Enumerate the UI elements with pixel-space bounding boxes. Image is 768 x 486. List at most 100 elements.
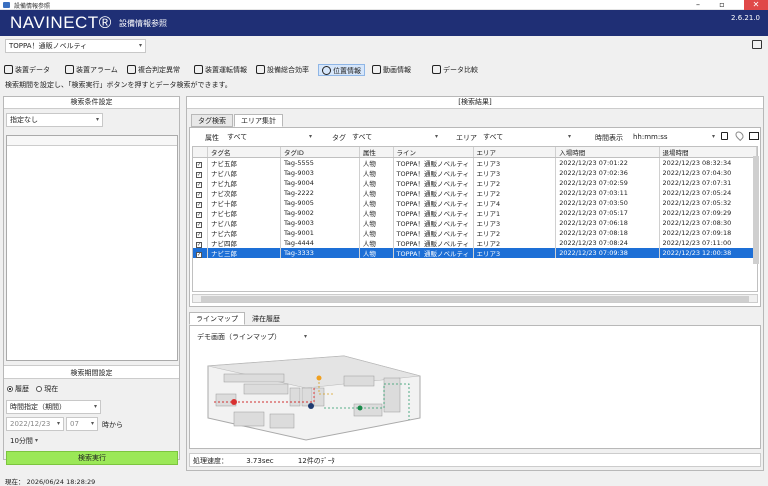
- checkbox-checked-icon[interactable]: ✓: [196, 201, 202, 208]
- table-row[interactable]: ✓ ナビ四郎 Tag-4444 人物 TOPPA！通販ノベルティ エリア2 2022/12/…: [193, 238, 757, 248]
- tag-select[interactable]: すべて ▾: [348, 130, 442, 144]
- row-checkbox[interactable]: ✓: [193, 208, 208, 218]
- navy-tag-marker[interactable]: [308, 403, 314, 409]
- table-row[interactable]: ✓ ナビ次郎 Tag-2222 人物 TOPPA！通販ノベルティ エリア2 2022/12/…: [193, 188, 757, 198]
- row-checkbox[interactable]: ✓: [193, 188, 208, 198]
- checkbox-checked-icon[interactable]: ✓: [196, 221, 202, 228]
- organization-select[interactable]: TOPPA！通販ノベルティ ▾: [5, 39, 146, 53]
- window-titlebar: 設備情報参照 – ▫ ✕: [0, 0, 768, 10]
- checkbox-checked-icon[interactable]: ✓: [196, 171, 202, 178]
- robot-arm-icon: [4, 65, 13, 74]
- column-header-tag-name[interactable]: タグ名: [207, 147, 281, 158]
- radio-now[interactable]: 現在: [36, 385, 58, 393]
- row-checkbox[interactable]: ✓: [193, 168, 208, 178]
- condition-list[interactable]: [6, 135, 178, 361]
- row-checkbox[interactable]: ✓: [193, 218, 208, 228]
- toolbar-oee[interactable]: 設備総合効率: [256, 64, 309, 76]
- radio-history-label: 履歴: [15, 385, 29, 393]
- table-cell: TOPPA！通販ノベルティ: [393, 238, 474, 248]
- table-row[interactable]: ✓ ナビ九郎 Tag-9004 人物 TOPPA！通販ノベルティ エリア2 2022/12/…: [193, 178, 757, 188]
- filter-list-icon[interactable]: [721, 132, 728, 140]
- column-header-exit-time[interactable]: 退場時間: [659, 147, 757, 158]
- table-vertical-scrollbar[interactable]: [753, 156, 759, 264]
- attr-select[interactable]: すべて ▾: [223, 130, 316, 144]
- result-area: 属性 すべて ▾ タグ すべて ▾ エリア すべて ▾ 時間表示 hh:mm:ss ▾ …: [189, 127, 761, 307]
- radio-history[interactable]: 履歴: [7, 385, 29, 393]
- table-cell: エリア2: [473, 178, 557, 188]
- tab-line-map[interactable]: ラインマップ: [189, 312, 245, 325]
- row-checkbox[interactable]: ✓: [193, 228, 208, 238]
- orange-tag-marker[interactable]: [316, 375, 322, 381]
- table-cell: 2022/12/23 08:32:34: [659, 157, 757, 168]
- row-checkbox[interactable]: ✓: [193, 178, 208, 188]
- toolbar-operation-info[interactable]: 装置運転情報: [194, 64, 247, 76]
- hour-select[interactable]: 07 ▾: [66, 417, 98, 431]
- time-format-select[interactable]: hh:mm:ss ▾: [629, 130, 719, 144]
- toolbar-label: 装置運転情報: [205, 66, 247, 74]
- table-cell: ナビ四郎: [207, 238, 281, 248]
- location-pin-icon[interactable]: [733, 129, 746, 142]
- checkbox-checked-icon[interactable]: ✓: [196, 251, 202, 258]
- table-horizontal-scrollbar[interactable]: [192, 294, 758, 303]
- red-tag-marker[interactable]: [231, 399, 237, 405]
- toolbar-location-info[interactable]: 位置情報: [318, 64, 365, 76]
- column-header-line[interactable]: ライン: [393, 147, 474, 158]
- tab-tag-search[interactable]: タグ検索: [191, 114, 233, 127]
- version-label: 2.6.21.0: [731, 14, 760, 22]
- row-checkbox[interactable]: ✓: [193, 157, 208, 168]
- toolbar-video-info[interactable]: 動画情報: [372, 64, 411, 76]
- table-row[interactable]: ✓ ナビ三郎 Tag-3333 人物 TOPPA！通販ノベルティ エリア3 2022/12/…: [193, 248, 757, 258]
- toolbar-composite-anomaly[interactable]: 複合判定異常: [127, 64, 180, 76]
- checkbox-checked-icon[interactable]: ✓: [196, 241, 202, 248]
- table-row[interactable]: ✓ ナビ八郎 Tag-9003 人物 TOPPA！通販ノベルティ エリア3 2022/12/…: [193, 168, 757, 178]
- condition-select[interactable]: 指定なし ▾: [6, 113, 103, 127]
- close-button[interactable]: ✕: [744, 0, 768, 10]
- duration-select[interactable]: 10分間 ▾: [6, 434, 42, 448]
- factory-floor-map[interactable]: [194, 348, 430, 446]
- radio-off-icon: [36, 386, 43, 392]
- column-header-entry-time[interactable]: 入場時間: [555, 147, 660, 158]
- maximize-button[interactable]: ▫: [712, 0, 732, 10]
- search-result-title: [検索結果]: [187, 97, 763, 109]
- map-select[interactable]: デモ画面（ラインマップ） ▾: [193, 330, 311, 344]
- checkbox-checked-icon[interactable]: ✓: [196, 211, 202, 218]
- app-header: NAVINECT® 設備情報参照 2.6.21.0: [0, 10, 768, 36]
- chevron-down-icon: ▾: [308, 133, 312, 140]
- table-row[interactable]: ✓ ナビ八郎 Tag-9003 人物 TOPPA！通販ノベルティ エリア3 2022/12/…: [193, 218, 757, 228]
- checkbox-checked-icon[interactable]: ✓: [196, 161, 202, 168]
- period-mode-select[interactable]: 時間指定（期間） ▾: [6, 400, 101, 414]
- tab-stay-history[interactable]: 滞在履歴: [245, 312, 287, 325]
- toolbar-device-data[interactable]: 装置データ: [4, 64, 50, 76]
- table-row[interactable]: ✓ ナビ五郎 Tag-5555 人物 TOPPA！通販ノベルティ エリア3 2022/12/…: [193, 157, 757, 168]
- checkbox-checked-icon[interactable]: ✓: [196, 191, 202, 198]
- area-select[interactable]: すべて ▾: [479, 130, 575, 144]
- time-format-value: hh:mm:ss: [633, 133, 668, 141]
- tab-area-summary[interactable]: エリア集計: [234, 114, 283, 127]
- table-row[interactable]: ✓ ナビ十郎 Tag-9005 人物 TOPPA！通販ノベルティ エリア4 2022/12/…: [193, 198, 757, 208]
- checkbox-checked-icon[interactable]: ✓: [196, 231, 202, 238]
- green-tag-marker[interactable]: [357, 405, 363, 411]
- window-restore-icon[interactable]: [752, 40, 762, 49]
- row-checkbox[interactable]: ✓: [193, 248, 208, 258]
- condition-select-value: 指定なし: [10, 116, 38, 124]
- video-icon[interactable]: [749, 132, 759, 140]
- table-cell: ナビ七郎: [207, 208, 281, 218]
- minimize-button[interactable]: –: [688, 0, 708, 10]
- date-value: 2022/12/23: [10, 420, 51, 428]
- toolbar-data-compare[interactable]: データ比較: [432, 64, 478, 76]
- row-checkbox[interactable]: ✓: [193, 198, 208, 208]
- date-picker[interactable]: 2022/12/23 ▾: [6, 417, 64, 431]
- column-header-area[interactable]: エリア: [473, 147, 557, 158]
- checkbox-checked-icon[interactable]: ✓: [196, 181, 202, 188]
- search-button[interactable]: 検索実行: [6, 451, 178, 465]
- table-row[interactable]: ✓ ナビ七郎 Tag-9002 人物 TOPPA！通販ノベルティ エリア1 2022/12/…: [193, 208, 757, 218]
- toolbar-device-alarm[interactable]: 装置アラーム: [65, 64, 118, 76]
- scrollbar-thumb[interactable]: [201, 296, 749, 302]
- table-row[interactable]: ✓ ナビ六郎 Tag-9001 人物 TOPPA！通販ノベルティ エリア2 2022/12/…: [193, 228, 757, 238]
- column-header-attribute[interactable]: 属性: [359, 147, 394, 158]
- table-cell: エリア2: [473, 188, 557, 198]
- table-cell: TOPPA！通販ノベルティ: [393, 178, 474, 188]
- row-checkbox[interactable]: ✓: [193, 238, 208, 248]
- table-cell: Tag-9001: [280, 228, 360, 238]
- column-header-tag-id[interactable]: タグID: [280, 147, 360, 158]
